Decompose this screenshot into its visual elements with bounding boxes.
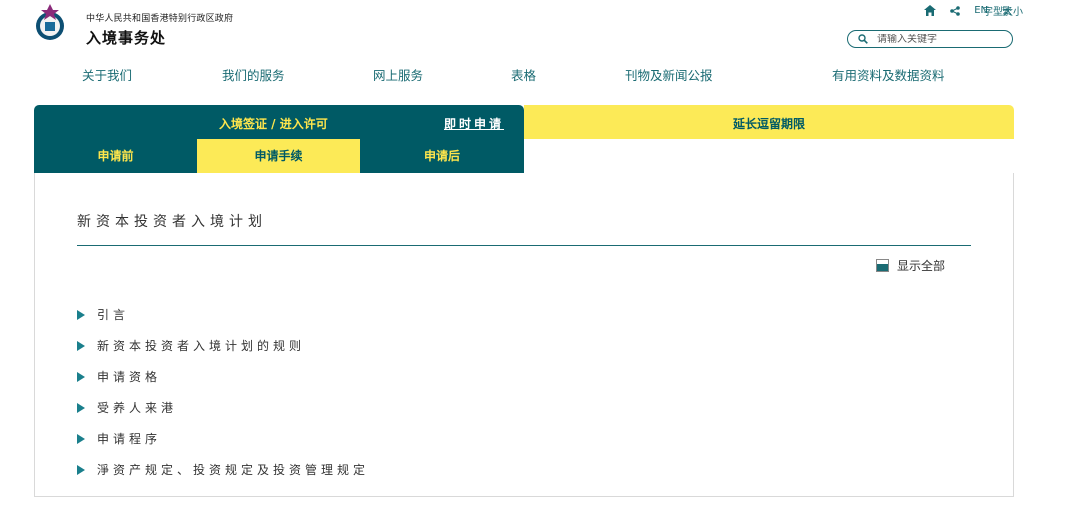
nav-about-us[interactable]: 关于我们 xyxy=(82,65,132,84)
subtab-application-procedure[interactable]: 申请手续 xyxy=(197,139,360,173)
expand-triangle-icon xyxy=(77,464,85,475)
search-icon xyxy=(858,34,868,44)
subtab-before-application[interactable]: 申请前 xyxy=(34,139,197,173)
nav-online-services[interactable]: 网上服务 xyxy=(373,65,423,84)
tab-entry-visa-label: 入境签证 / 进入许可 xyxy=(219,117,328,131)
section-label: 申请资格 xyxy=(97,370,162,384)
apply-now-link[interactable]: 即时申请 xyxy=(444,115,504,132)
section-list: 引言 新资本投资者入境计划的规则 申请资格 受养人来港 申请程序 淨资产规定、投… xyxy=(77,299,369,485)
section-item-procedure[interactable]: 申请程序 xyxy=(77,423,369,454)
expand-triangle-icon xyxy=(77,402,85,413)
section-label: 淨资产规定、投资规定及投资管理规定 xyxy=(97,463,370,477)
nav-forms[interactable]: 表格 xyxy=(511,65,536,84)
section-label: 引言 xyxy=(97,308,130,322)
section-item-introduction[interactable]: 引言 xyxy=(77,299,369,330)
expand-triangle-icon xyxy=(77,340,85,351)
expand-triangle-icon xyxy=(77,433,85,444)
hksar-emblem-logo[interactable] xyxy=(34,2,66,42)
nav-publications[interactable]: 刊物及新闻公报 xyxy=(625,65,713,84)
nav-useful-info[interactable]: 有用资料及数据资料 xyxy=(832,65,945,84)
section-item-eligibility[interactable]: 申请资格 xyxy=(77,361,369,392)
search-box[interactable] xyxy=(847,30,1013,48)
expand-triangle-icon xyxy=(77,371,85,382)
expand-triangle-icon xyxy=(77,309,85,320)
secondary-tabs: 申请前 申请手续 申请后 xyxy=(34,139,524,173)
title-divider xyxy=(77,245,971,246)
font-size-link[interactable]: 字型大小 xyxy=(983,3,1023,18)
show-all-label: 显示全部 xyxy=(897,259,946,273)
main-nav: 关于我们 我们的服务 网上服务 表格 刊物及新闻公报 有用资料及数据资料 xyxy=(0,65,1080,85)
section-item-investment-requirements[interactable]: 淨资产规定、投资规定及投资管理规定 xyxy=(77,454,369,485)
home-icon[interactable] xyxy=(924,5,937,16)
government-name: 中华人民共和国香港特别行政区政府 xyxy=(86,14,234,24)
section-item-dependants[interactable]: 受养人来港 xyxy=(77,392,369,423)
section-item-rules[interactable]: 新资本投资者入境计划的规则 xyxy=(77,330,369,361)
section-label: 申请程序 xyxy=(97,432,162,446)
page-title: 新资本投资者入境计划 xyxy=(77,214,267,230)
tab-entry-visa[interactable]: 入境签证 / 进入许可 即时申请 xyxy=(34,105,524,139)
search-input[interactable] xyxy=(877,33,997,45)
department-name[interactable]: 入境事务处 xyxy=(86,27,166,48)
share-icon[interactable] xyxy=(950,5,960,16)
subtab-after-application[interactable]: 申请后 xyxy=(360,139,524,173)
primary-tabs: 入境签证 / 进入许可 即时申请 延长逗留期限 xyxy=(34,105,1014,139)
show-all-toggle[interactable]: 显示全部 xyxy=(876,257,945,274)
nav-our-services[interactable]: 我们的服务 xyxy=(222,65,285,84)
show-all-checkbox-icon[interactable] xyxy=(876,259,889,272)
tab-extension-label: 延长逗留期限 xyxy=(732,117,805,131)
content-panel: 新资本投资者入境计划 显示全部 引言 新资本投资者入境计划的规则 申请资格 受养… xyxy=(34,173,1014,497)
section-label: 新资本投资者入境计划的规则 xyxy=(97,339,306,353)
section-label: 受养人来港 xyxy=(97,401,178,415)
tab-extension-of-stay[interactable]: 延长逗留期限 xyxy=(524,105,1014,139)
